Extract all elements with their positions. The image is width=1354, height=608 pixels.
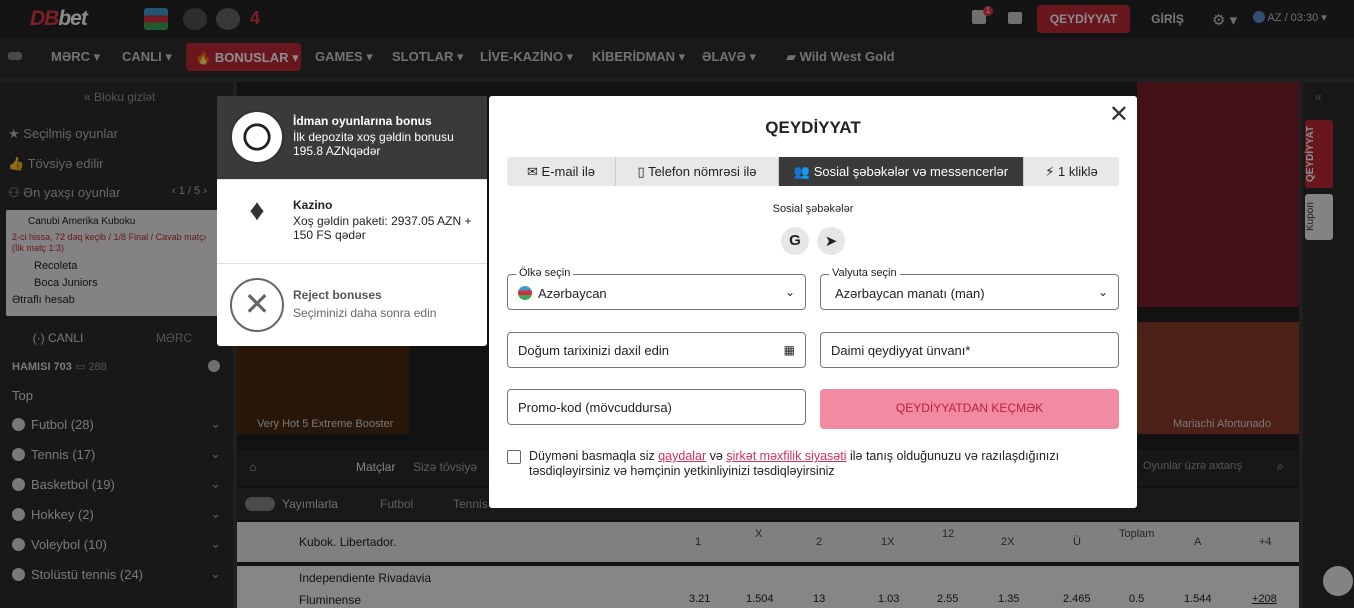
consent-checkbox[interactable]	[507, 450, 521, 464]
bonus-text: Seçiminizi daha sonra edin	[293, 306, 437, 320]
chevron-down-icon: ⌄	[784, 285, 795, 299]
telegram-icon[interactable]: ➤	[817, 227, 845, 255]
register-submit-button[interactable]: QEYDİYYATDAN KEÇMƏK	[820, 389, 1119, 429]
bonus-choice-panel: İdman oyunlarına bonus İlk depozitə xoş …	[217, 96, 487, 346]
reject-icon: ✕	[230, 278, 284, 332]
calendar-icon[interactable]: ▦	[784, 343, 795, 357]
close-icon[interactable]: ✕	[1109, 100, 1129, 129]
rules-link[interactable]: qaydalar	[658, 449, 706, 463]
privacy-policy-link[interactable]: şirkət məxfilik siyasəti	[726, 449, 846, 463]
promo-code-input[interactable]: Promo-kod (mövcuddursa)	[507, 389, 806, 425]
consent-text: Düyməni basmaqla siz qaydalar və şirkət …	[529, 449, 1060, 478]
social-label: Sosial şəbəkələr	[772, 203, 854, 215]
bonus-title: Kazino	[293, 198, 333, 212]
azerbaijan-flag-icon	[518, 286, 532, 300]
registration-modal: QEYDİYYAT ✕ ✉ E-mail ilə ▯ Telefon nömrə…	[489, 96, 1137, 508]
bonus-text: İlk depozitə xoş gəldin bonusu 195.8 AZN…	[293, 130, 454, 158]
bonus-title: İdman oyunlarına bonus	[293, 114, 432, 128]
google-icon[interactable]: G	[781, 227, 809, 255]
lightning-icon: ⚡	[1045, 164, 1055, 179]
tab-phone[interactable]: ▯ Telefon nömrəsi ilə	[616, 157, 779, 186]
envelope-icon: ✉	[527, 164, 538, 179]
currency-select[interactable]: Valyuta seçin Azərbaycan manatı (man) ⌄	[820, 267, 1119, 310]
phone-icon: ▯	[637, 164, 645, 179]
country-select[interactable]: Ölkə seçin Azərbaycan ⌄	[507, 267, 806, 310]
soccer-ball-icon	[230, 110, 284, 164]
bonus-text: Xoş gəldin paketi: 2937.05 AZN + 150 FS …	[293, 214, 472, 242]
chevron-down-icon: ⌄	[1097, 285, 1108, 299]
currency-label: Valyuta seçin	[829, 267, 900, 279]
registration-tabs: ✉ E-mail ilə ▯ Telefon nömrəsi ilə 👥 Sos…	[507, 157, 1119, 186]
country-label: Ölkə seçin	[516, 267, 574, 279]
modal-title: QEYDİYYAT	[765, 118, 861, 137]
bonus-casino[interactable]: ♦ Kazino Xoş gəldin paketi: 2937.05 AZN …	[217, 180, 487, 264]
bonus-title: Reject bonuses	[293, 288, 382, 302]
bonus-sports[interactable]: İdman oyunlarına bonus İlk depozitə xoş …	[217, 96, 487, 180]
birthdate-input[interactable]: Doğum tarixinizi daxil edin ▦	[507, 332, 806, 368]
tab-social[interactable]: 👥 Sosial şəbəkələr və messencerlər	[779, 157, 1024, 186]
address-input[interactable]: Daimi qeydiyyat ünvanı*	[820, 332, 1119, 368]
tab-one-click[interactable]: ⚡ 1 kliklə	[1024, 157, 1119, 186]
tab-email[interactable]: ✉ E-mail ilə	[507, 157, 616, 186]
users-icon: 👥	[793, 164, 811, 179]
bonus-reject[interactable]: ✕ Reject bonuses Seçiminizi daha sonra e…	[217, 264, 487, 346]
casino-chips-icon: ♦	[230, 194, 284, 248]
